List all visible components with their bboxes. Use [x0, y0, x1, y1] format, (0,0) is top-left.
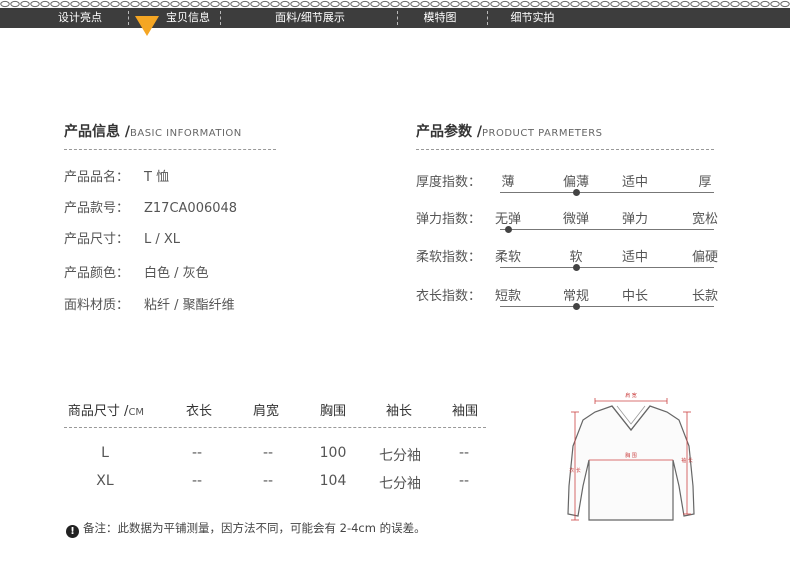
nav-item-model-photos[interactable]: 模特图 — [405, 8, 475, 28]
info-value: 白色 / 灰色 — [144, 266, 209, 281]
param-option: 常规 — [562, 289, 590, 304]
product-info-title: 产品信息 /BASIC INFORMATION — [64, 121, 242, 141]
shoulder-label: 肩 宽 — [625, 392, 637, 399]
param-option: 中长 — [621, 289, 649, 304]
chain-border — [0, 0, 790, 8]
info-value: L / XL — [144, 232, 181, 247]
size-unit: CM — [128, 407, 145, 418]
param-option: 偏硬 — [691, 250, 719, 265]
note: ! 备注：此数据为平铺测量，因方法不同，可能会有 2-4cm 的误差。 — [66, 520, 426, 538]
info-row-style-no: 产品款号： Z17CA006048 — [64, 197, 237, 216]
param-scale-line — [500, 267, 714, 268]
param-option: 厚 — [698, 175, 712, 190]
param-level-marker — [573, 264, 580, 271]
nav-item-product-info[interactable]: 宝贝信息 — [148, 8, 228, 28]
param-option: 适中 — [621, 175, 649, 190]
nav-bar: 设计亮点 宝贝信息 面料/细节展示 模特图 细节实拍 — [0, 8, 790, 28]
nav-divider — [128, 11, 129, 25]
size-header: 商品尺寸 /CM — [68, 400, 144, 419]
sleeve-label: 袖 长 — [681, 457, 693, 464]
info-label: 产品尺寸： — [64, 232, 130, 247]
info-row-material: 面料材质： 粘纤 / 聚酯纤维 — [64, 294, 235, 313]
info-label: 产品品名： — [64, 170, 130, 185]
param-option: 弹力 — [621, 212, 649, 227]
table-cell-length: -- — [191, 473, 203, 489]
divider — [64, 149, 276, 150]
product-info-title-cn: 产品信息 / — [64, 124, 130, 140]
nav-divider — [397, 11, 398, 25]
param-level-marker — [505, 226, 512, 233]
param-label: 衣长指数： — [416, 289, 482, 304]
sleeve-length-header: 袖长 — [385, 404, 413, 419]
chest-header: 胸围 — [319, 404, 347, 419]
param-option: 软 — [569, 250, 583, 265]
table-cell-shoulder: -- — [262, 473, 274, 489]
param-option: 长款 — [691, 289, 719, 304]
param-option: 柔软 — [494, 250, 522, 265]
info-label: 面料材质： — [64, 298, 130, 313]
nav-item-detail-shots[interactable]: 细节实拍 — [495, 8, 570, 28]
shoulder-header: 肩宽 — [252, 404, 280, 419]
param-option: 宽松 — [691, 212, 719, 227]
chest-label: 胸 围 — [625, 452, 637, 459]
tshirt-measurement-diagram: 肩 宽 胸 围 衣 长 袖 长 — [567, 392, 695, 521]
table-cell-sleeve: 七分袖 — [379, 448, 421, 464]
note-text: 备注：此数据为平铺测量，因方法不同，可能会有 2-4cm 的误差。 — [83, 521, 426, 535]
divider — [64, 427, 486, 428]
param-scale-line — [500, 229, 714, 230]
param-option: 薄 — [501, 175, 515, 190]
param-option: 适中 — [621, 250, 649, 265]
table-cell-shoulder: -- — [262, 445, 274, 461]
sleeve-width-header: 袖围 — [451, 404, 479, 419]
info-label: 产品颜色： — [64, 266, 130, 281]
size-header-label: 商品尺寸 / — [67, 404, 129, 419]
table-cell-size: XL — [96, 473, 114, 489]
divider — [416, 149, 714, 150]
nav-item-design-highlights[interactable]: 设计亮点 — [40, 8, 120, 28]
param-option: 无弹 — [494, 212, 522, 227]
param-option: 短款 — [494, 289, 522, 304]
table-cell-sleeve: 七分袖 — [379, 476, 421, 492]
nav-divider — [487, 11, 488, 25]
param-label: 厚度指数： — [416, 175, 482, 190]
length-label: 衣 长 — [569, 467, 581, 474]
info-row-size: 产品尺寸： L / XL — [64, 228, 180, 247]
param-level-marker — [573, 189, 580, 196]
product-info-title-en: BASIC INFORMATION — [130, 128, 242, 139]
table-cell-chest: 104 — [319, 473, 347, 489]
product-params-title: 产品参数 /PRODUCT PARMETERS — [416, 121, 603, 141]
nav-divider — [220, 11, 221, 25]
info-label: 产品款号： — [64, 201, 130, 216]
table-cell-length: -- — [191, 445, 203, 461]
param-label: 弹力指数： — [416, 212, 482, 227]
table-cell-sleeve-width: -- — [458, 473, 470, 489]
product-params-title-cn: 产品参数 / — [416, 124, 482, 140]
nav-item-fabric-details[interactable]: 面料/细节展示 — [255, 8, 365, 28]
info-value: Z17CA006048 — [144, 201, 238, 216]
table-cell-size: L — [101, 445, 109, 461]
length-header: 衣长 — [185, 404, 213, 419]
param-scale-line — [500, 192, 714, 193]
info-value: T 恤 — [144, 170, 170, 185]
product-params-title-en: PRODUCT PARMETERS — [482, 128, 603, 139]
table-cell-sleeve-width: -- — [458, 445, 470, 461]
param-option: 微弹 — [562, 212, 590, 227]
param-option: 偏薄 — [562, 175, 590, 190]
param-label: 柔软指数： — [416, 250, 482, 265]
tshirt-outline — [567, 405, 695, 521]
active-nav-indicator — [135, 16, 159, 36]
param-scale-line — [500, 306, 714, 307]
param-level-marker — [573, 303, 580, 310]
info-row-name: 产品品名： T 恤 — [64, 166, 169, 185]
table-cell-chest: 100 — [319, 445, 347, 461]
exclamation-icon: ! — [66, 525, 79, 538]
info-value: 粘纤 / 聚酯纤维 — [144, 298, 235, 313]
info-row-color: 产品颜色： 白色 / 灰色 — [64, 262, 209, 281]
